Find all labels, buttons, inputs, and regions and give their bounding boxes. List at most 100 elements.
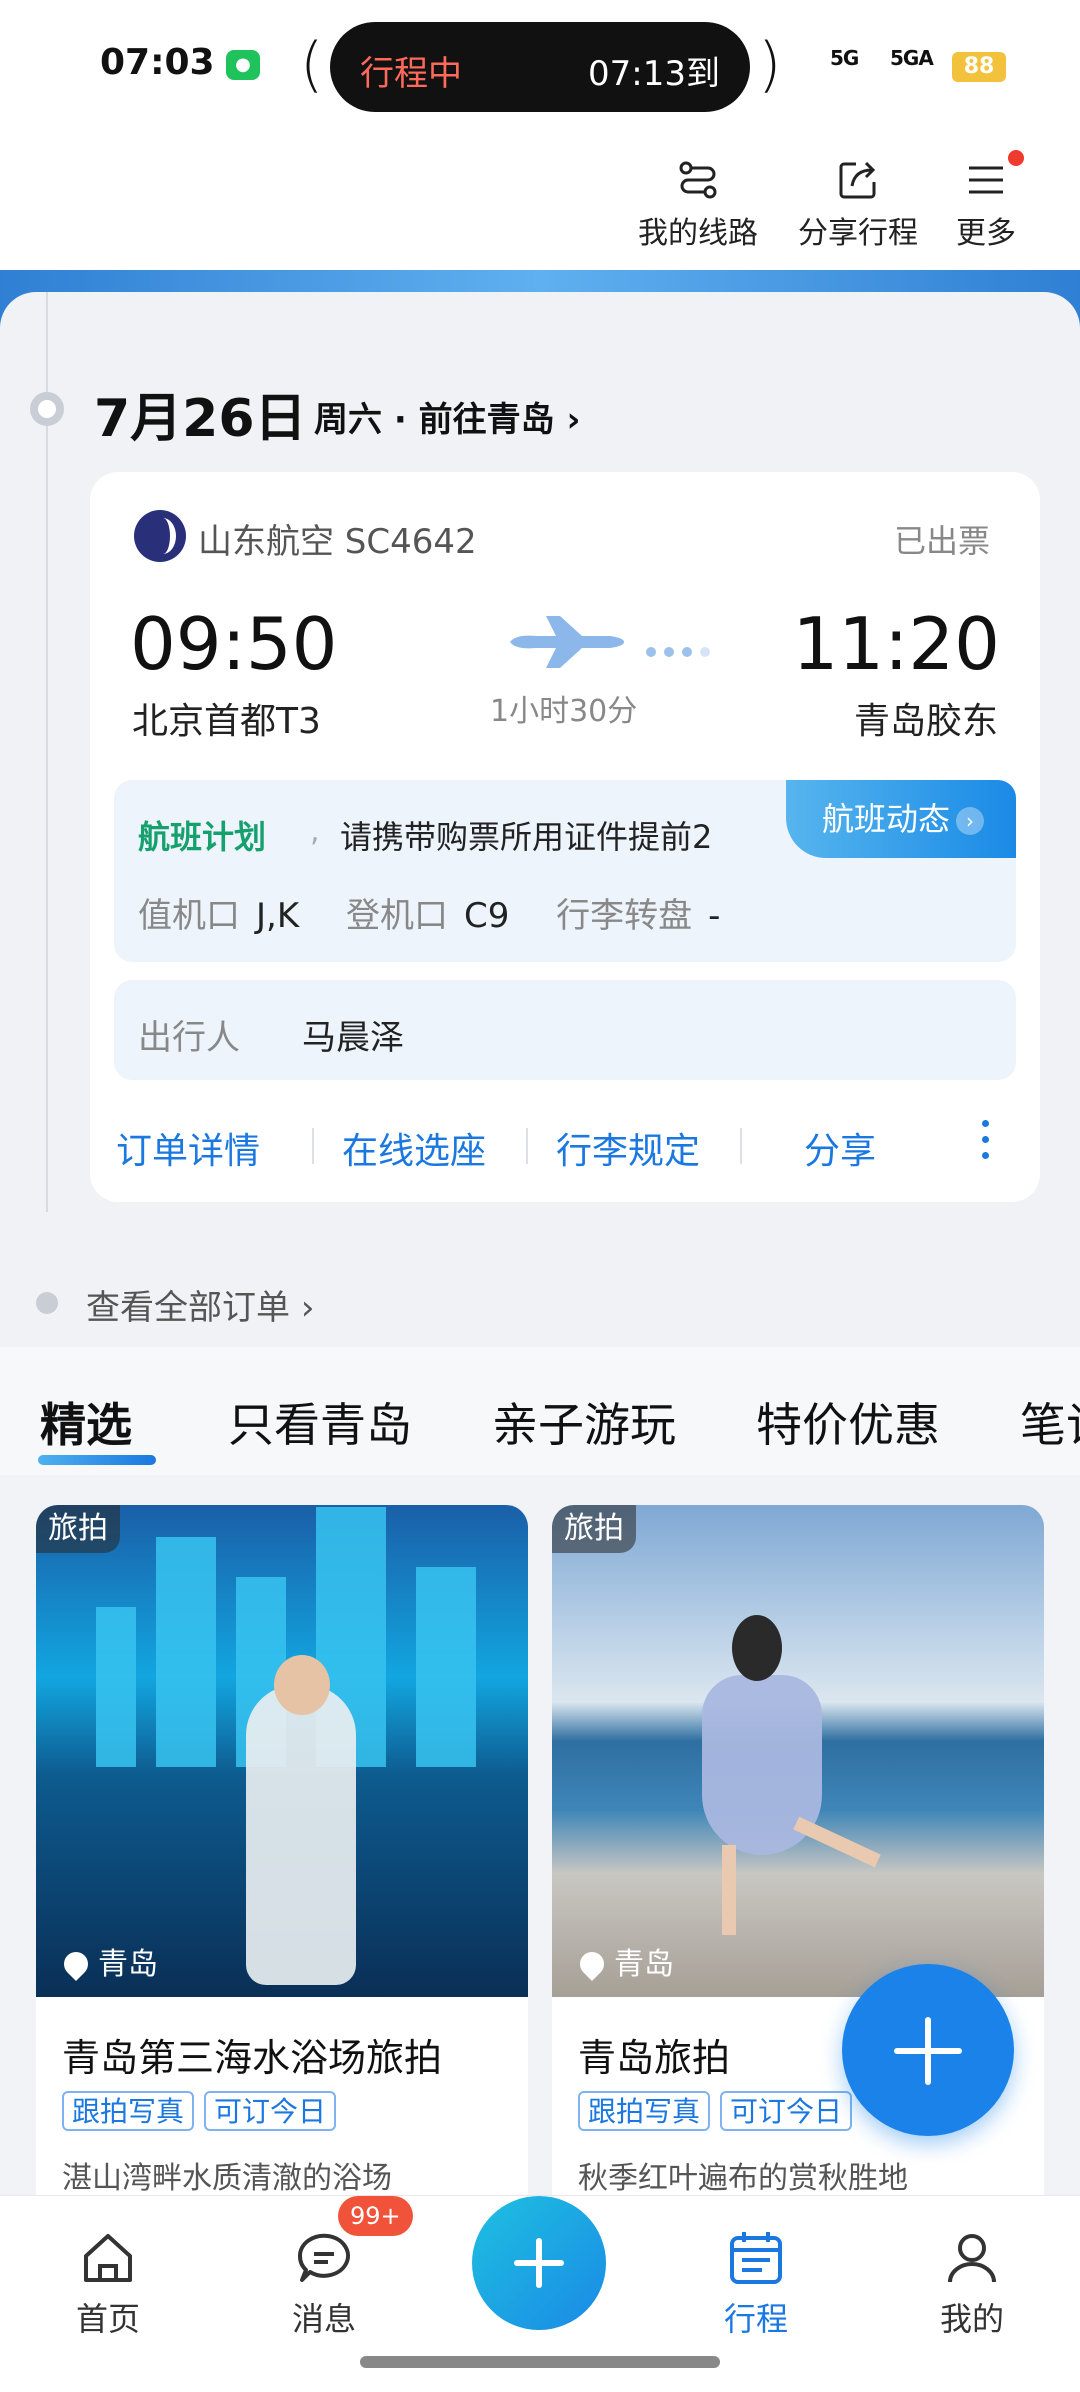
- island-trip-status: 行程中: [360, 54, 462, 94]
- flight-status-label: 航班动态: [822, 800, 951, 838]
- trip-subtitle: 周六 · 前往青岛: [314, 400, 555, 440]
- feed-description: 秋季红叶遍布的赏秋胜地: [578, 2161, 908, 2195]
- airline-flight-number: 山东航空 SC4642: [198, 522, 477, 562]
- trip-date: 7月26日: [94, 389, 307, 449]
- active-tab-indicator: [38, 1455, 156, 1465]
- island-left-bracket: (: [300, 30, 324, 100]
- location-pin-icon: [59, 1947, 93, 1981]
- flight-info-box: 航班计划 , 请携带购票所用证件提前2 航班动态 › 值机口 J,K 登机口 C9 行…: [114, 780, 1016, 962]
- order-details-link[interactable]: 订单详情: [116, 1122, 260, 1174]
- share-trip-label: 分享行程: [798, 216, 918, 251]
- feed-tag: 可订今日: [204, 2091, 337, 2131]
- feed-image: [36, 1505, 528, 1997]
- separator: ,: [310, 814, 320, 849]
- gate-label: 登机口: [345, 896, 448, 936]
- divider: [312, 1128, 314, 1164]
- menu-icon: [969, 166, 1003, 194]
- more-vertical-icon[interactable]: [982, 1120, 990, 1168]
- feed-location-label: 青岛: [98, 1947, 158, 1982]
- baggage-rules-link[interactable]: 行李规定: [556, 1122, 700, 1174]
- trip-subtitle-link[interactable]: 周六 · 前往青岛 ›: [314, 392, 580, 441]
- feed-category: 旅拍: [552, 1505, 636, 1553]
- arrival-time: 11:20: [792, 602, 1001, 686]
- chevron-right-icon: ›: [566, 400, 581, 440]
- more-button[interactable]: 更多: [956, 158, 1016, 252]
- arrival-airport: 青岛胶东: [853, 701, 998, 742]
- nav-mine[interactable]: 我的: [912, 2226, 1032, 2340]
- feed-image: [552, 1505, 1044, 1997]
- nav-messages[interactable]: 消息: [264, 2226, 384, 2340]
- flight-status-button[interactable]: 航班动态 ›: [786, 780, 1016, 858]
- category-tabs: 精选 只看青岛 亲子游玩 特价优惠 笔记: [0, 1347, 1080, 1475]
- passenger-name: 马晨泽: [302, 1018, 404, 1058]
- checkin-label: 值机口: [138, 896, 240, 936]
- nav-trips-label: 行程: [723, 2300, 788, 2338]
- online-seat-link[interactable]: 在线选座: [342, 1122, 486, 1174]
- feed-tags: 跟拍写真 可订今日: [578, 2091, 862, 2131]
- home-indicator[interactable]: [360, 2356, 720, 2368]
- feed-tag: 跟拍写真: [578, 2091, 711, 2131]
- tab-qingdao-only[interactable]: 只看青岛: [228, 1389, 412, 1455]
- nav-messages-label: 消息: [291, 2300, 356, 2338]
- departure-time: 09:50: [130, 602, 338, 686]
- passenger-box[interactable]: 出行人 马晨泽: [114, 980, 1016, 1080]
- tab-featured[interactable]: 精选: [40, 1389, 132, 1455]
- nav-add-button[interactable]: [472, 2196, 606, 2330]
- more-label: 更多: [956, 216, 1016, 251]
- feed-card[interactable]: 旅拍 青岛 青岛第三海水浴场旅拍 跟拍写真 可订今日 湛山湾畔水质清澈的浴场: [36, 1505, 528, 2195]
- nav-trips[interactable]: 行程: [696, 2226, 816, 2340]
- signal-5ga-icon: 5GA: [890, 46, 934, 70]
- share-link[interactable]: 分享: [804, 1122, 876, 1174]
- trip-section: 7月26日 周六 · 前往青岛 › 山东航空 SC4642 已出票 09:50 …: [0, 292, 1080, 1347]
- messages-badge: 99+: [338, 2196, 413, 2236]
- flight-card[interactable]: 山东航空 SC4642 已出票 09:50 北京首都T3 1小时30分 11:2…: [90, 472, 1040, 1202]
- my-routes-button[interactable]: 我的线路: [638, 158, 758, 252]
- timeline-node: [30, 392, 64, 426]
- tab-notes[interactable]: 笔记: [1020, 1389, 1080, 1455]
- calendar-icon: [730, 2232, 782, 2284]
- flight-plan-label: 航班计划: [138, 818, 267, 856]
- feed-description: 湛山湾畔水质清澈的浴场: [62, 2161, 392, 2195]
- tab-family[interactable]: 亲子游玩: [492, 1389, 676, 1455]
- feed-location: 青岛: [575, 1939, 674, 1983]
- feed-title: 青岛旅拍: [578, 2036, 731, 2080]
- airline-logo: [134, 510, 186, 562]
- baggage-label: 行李转盘: [556, 896, 693, 936]
- departure-airport: 北京首都T3: [132, 701, 321, 742]
- floating-add-button[interactable]: [842, 1964, 1014, 2136]
- dynamic-island[interactable]: 行程中 07:13到: [330, 22, 750, 112]
- share-icon: [839, 161, 876, 199]
- wechat-icon: ●: [226, 50, 260, 80]
- status-time: 07:03: [100, 42, 215, 83]
- feed-location-label: 青岛: [614, 1947, 674, 1982]
- notification-dot: [1008, 150, 1024, 166]
- feed-category: 旅拍: [36, 1505, 120, 1553]
- island-right-bracket: ): [758, 30, 782, 100]
- nav-mine-label: 我的: [939, 2300, 1004, 2338]
- feed-tags: 跟拍写真 可订今日: [62, 2091, 346, 2131]
- gate-value: C9: [463, 896, 510, 936]
- share-trip-button[interactable]: 分享行程: [798, 158, 918, 252]
- flight-duration: 1小时30分: [490, 694, 638, 729]
- card-actions: 订单详情 在线选座 行李规定 分享: [90, 1090, 1040, 1190]
- feed-tag: 可订今日: [720, 2091, 853, 2131]
- nav-home-label: 首页: [75, 2300, 140, 2338]
- nav-home[interactable]: 首页: [48, 2226, 168, 2340]
- chevron-right-icon: ›: [300, 1288, 315, 1328]
- signal-icon: 5G: [830, 46, 859, 70]
- checkin-value: J,K: [256, 896, 300, 936]
- checkin-gate-row: 值机口 J,K 登机口 C9 行李转盘 -: [138, 888, 756, 937]
- all-orders-link[interactable]: 查看全部订单 ›: [86, 1280, 314, 1329]
- island-arrival: 07:13到: [588, 54, 720, 94]
- chevron-right-icon: ›: [956, 807, 985, 835]
- route-icon: [679, 161, 717, 199]
- progress-dots: [646, 642, 718, 661]
- feed-title: 青岛第三海水浴场旅拍: [62, 2036, 443, 2080]
- divider: [740, 1128, 742, 1164]
- tab-deals[interactable]: 特价优惠: [756, 1389, 940, 1455]
- passenger-label: 出行人: [138, 1018, 240, 1058]
- all-orders-label: 查看全部订单: [86, 1288, 290, 1328]
- timeline-end-dot: [36, 1292, 58, 1314]
- ticket-status: 已出票: [893, 522, 990, 560]
- top-action-bar: 我的线路 分享行程 更多: [0, 130, 1080, 270]
